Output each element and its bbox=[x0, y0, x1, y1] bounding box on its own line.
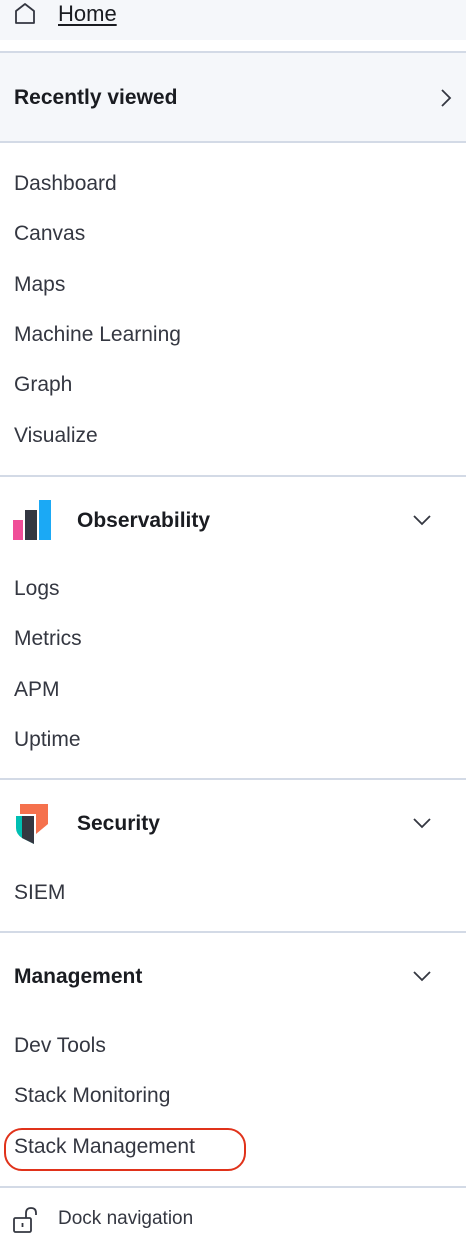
home-icon bbox=[15, 3, 35, 24]
security-logo-icon bbox=[16, 804, 48, 844]
observability-header[interactable]: Observability bbox=[0, 477, 466, 565]
home-link[interactable]: Home bbox=[0, 0, 466, 40]
recently-viewed-title: Recently viewed bbox=[14, 86, 178, 109]
nav-item-machine-learning[interactable]: Machine Learning bbox=[14, 323, 181, 347]
unlock-icon bbox=[13, 1207, 37, 1233]
chevron-right-icon bbox=[441, 89, 452, 107]
observability-logo-icon bbox=[13, 500, 51, 540]
side-navigation: Home Recently viewed Dashboard Canvas Ma… bbox=[0, 0, 474, 1247]
security-title: Security bbox=[77, 812, 160, 835]
nav-item-dashboard[interactable]: Dashboard bbox=[14, 172, 117, 196]
management-header[interactable]: Management bbox=[0, 933, 466, 1021]
nav-item-maps[interactable]: Maps bbox=[14, 273, 65, 297]
nav-item-logs[interactable]: Logs bbox=[14, 577, 60, 601]
nav-item-dev-tools[interactable]: Dev Tools bbox=[14, 1034, 106, 1058]
divider bbox=[0, 141, 466, 143]
nav-item-uptime[interactable]: Uptime bbox=[14, 728, 81, 752]
security-header[interactable]: Security bbox=[0, 780, 466, 868]
nav-item-visualize[interactable]: Visualize bbox=[14, 424, 98, 448]
nav-item-siem[interactable]: SIEM bbox=[14, 881, 65, 905]
nav-item-canvas[interactable]: Canvas bbox=[14, 222, 85, 246]
nav-item-graph[interactable]: Graph bbox=[14, 373, 72, 397]
dock-navigation-button[interactable]: Dock navigation bbox=[0, 1190, 466, 1246]
nav-item-metrics[interactable]: Metrics bbox=[14, 627, 82, 651]
observability-title: Observability bbox=[77, 509, 211, 532]
management-title: Management bbox=[14, 965, 143, 988]
nav-item-apm[interactable]: APM bbox=[14, 678, 60, 702]
home-label: Home bbox=[58, 1, 117, 26]
highlight-annotation bbox=[4, 1128, 246, 1171]
recently-viewed-header[interactable]: Recently viewed bbox=[0, 53, 466, 141]
nav-item-stack-monitoring[interactable]: Stack Monitoring bbox=[14, 1084, 170, 1108]
chevron-down-icon bbox=[413, 818, 431, 829]
chevron-down-icon bbox=[413, 515, 431, 526]
divider bbox=[0, 1186, 466, 1188]
dock-navigation-label: Dock navigation bbox=[58, 1208, 194, 1229]
chevron-down-icon bbox=[413, 971, 431, 982]
